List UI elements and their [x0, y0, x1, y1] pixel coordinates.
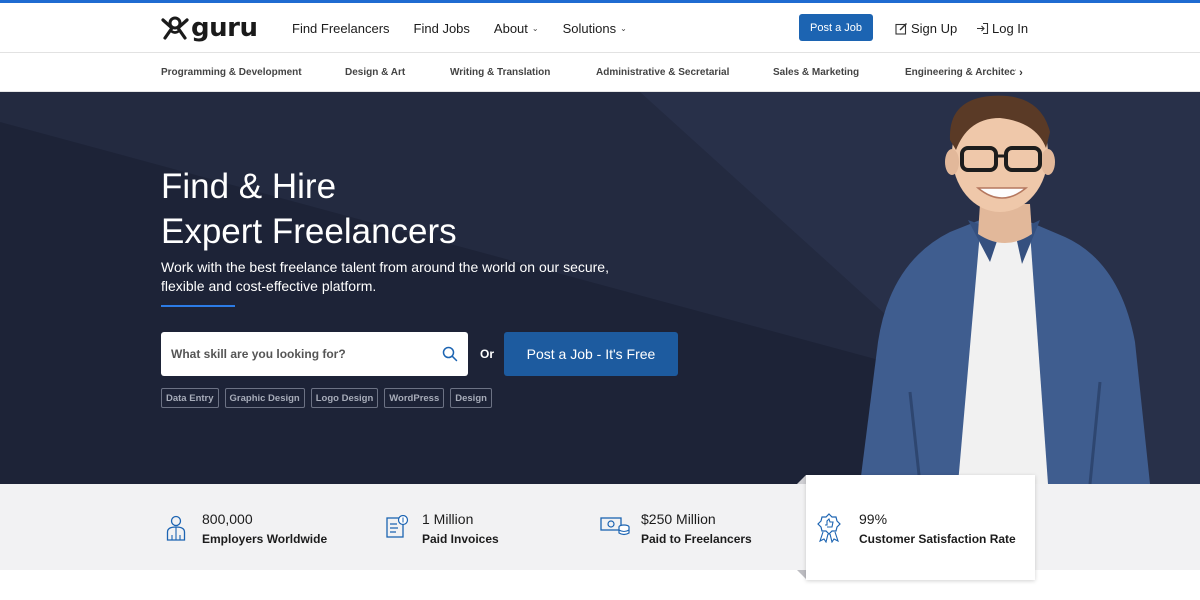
category-engineering[interactable]: Engineering & Architect	[905, 67, 1019, 78]
category-fade	[1016, 53, 1200, 91]
nav-label: Solutions	[562, 20, 617, 36]
tag-graphic-design[interactable]: Graphic Design	[224, 388, 305, 408]
stat-value: 99%	[859, 511, 888, 527]
card-fold-top	[797, 475, 806, 484]
skill-search-input[interactable]	[161, 332, 431, 376]
category-sales-marketing[interactable]: Sales & Marketing	[773, 67, 859, 78]
chevron-down-icon: ⌄	[531, 23, 539, 33]
guru-logo-icon	[161, 16, 189, 40]
hero-person-image	[860, 95, 1150, 484]
hero-subtitle-line: flexible and cost-effective platform.	[161, 278, 377, 294]
edit-icon	[895, 22, 907, 35]
award-badge-icon	[817, 513, 841, 543]
or-label: Or	[480, 347, 495, 361]
guru-logo[interactable]: guru	[161, 13, 258, 43]
nav-label: Find Jobs	[413, 20, 470, 36]
hero-subtitle: Work with the best freelance talent from…	[161, 258, 621, 296]
hero-subtitle-line: Work with the best freelance talent from…	[161, 259, 609, 275]
sign-up-link[interactable]: Sign Up	[895, 3, 957, 53]
category-design-art[interactable]: Design & Art	[345, 67, 405, 78]
post-job-free-button[interactable]: Post a Job - It's Free	[504, 332, 678, 376]
stat-label: Paid Invoices	[422, 532, 499, 546]
log-in-label: Log In	[992, 20, 1029, 36]
nav-label: Find Freelancers	[292, 20, 390, 36]
tag-wordpress[interactable]: WordPress	[384, 388, 445, 408]
hero-divider	[161, 305, 235, 307]
nav-find-jobs[interactable]: Find Jobs	[414, 21, 470, 36]
hero-section: Find & Hire Expert Freelancers Work with…	[0, 92, 1200, 484]
category-bar: Programming & Development Design & Art W…	[0, 53, 1200, 92]
stat-value: 800,000	[202, 511, 253, 527]
search-icon[interactable]	[442, 346, 458, 362]
stat-value: 1 Million	[422, 511, 474, 527]
log-in-link[interactable]: Log In	[976, 3, 1028, 53]
employer-icon	[166, 515, 186, 541]
tag-logo-design[interactable]: Logo Design	[310, 388, 379, 408]
nav-find-freelancers[interactable]: Find Freelancers	[292, 21, 390, 36]
sign-up-label: Sign Up	[911, 20, 958, 36]
logo-wordmark: guru	[191, 13, 258, 43]
post-job-button[interactable]: Post a Job	[799, 14, 873, 41]
tag-data-entry[interactable]: Data Entry	[161, 388, 219, 408]
hero-title-line: Find & Hire	[161, 167, 337, 206]
nav-label: About	[493, 20, 528, 36]
category-writing[interactable]: Writing & Translation	[450, 67, 550, 78]
popular-skill-tags: Data Entry Graphic Design Logo Design Wo…	[161, 388, 498, 408]
money-icon	[600, 517, 630, 536]
skill-search-box	[161, 332, 468, 376]
nav-solutions[interactable]: Solutions ⌄	[563, 21, 627, 36]
stat-value: $250 Million	[641, 511, 716, 527]
chevron-right-icon[interactable]: ›	[1016, 53, 1026, 91]
invoice-icon	[386, 515, 409, 538]
hero-title-line: Expert Freelancers	[161, 212, 457, 251]
tag-design[interactable]: Design	[450, 388, 492, 408]
stat-label: Customer Satisfaction Rate	[859, 532, 1016, 546]
main-nav: Find Freelancers Find Jobs About ⌄ Soluti…	[292, 3, 651, 53]
nav-about[interactable]: About ⌄	[494, 21, 539, 36]
stat-satisfaction-card: 99% Customer Satisfaction Rate	[806, 475, 1035, 580]
stat-label: Paid to Freelancers	[641, 532, 752, 546]
site-header: guru Find Freelancers Find Jobs About ⌄ S…	[0, 3, 1200, 53]
category-programming[interactable]: Programming & Development	[161, 67, 302, 78]
card-fold-bottom	[797, 570, 806, 579]
chevron-down-icon: ⌄	[620, 23, 627, 33]
hero-title: Find & Hire Expert Freelancers	[161, 164, 457, 254]
stat-label: Employers Worldwide	[202, 532, 328, 546]
login-icon	[977, 22, 989, 34]
category-administrative[interactable]: Administrative & Secretarial	[596, 67, 729, 78]
